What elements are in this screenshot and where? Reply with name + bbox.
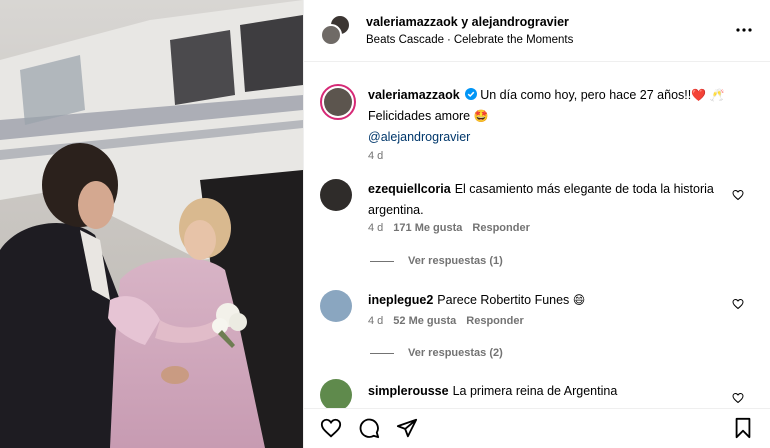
reply-button[interactable]: Responder — [472, 222, 529, 234]
comment-item: ineplegue2 Parece Robertito Funes 😄 4 d 52… — [320, 290, 760, 380]
view-replies-label: Ver respuestas (2) — [408, 347, 503, 359]
comment-time[interactable]: 4 d — [368, 222, 383, 234]
caption-username[interactable]: valeriamazzaok — [368, 88, 460, 102]
heart-icon — [320, 418, 342, 438]
comment-likes[interactable]: 52 Me gusta — [393, 315, 456, 327]
like-button[interactable] — [320, 417, 342, 439]
grin-emoji: 😄 — [572, 293, 586, 307]
post-header: valeriamazzaok y alejandrogravier Beats … — [304, 0, 770, 62]
comment-body: La primera reina de Argentina — [452, 384, 618, 398]
comment-body: Parece Robertito Funes — [437, 293, 570, 307]
comment-username[interactable]: ineplegue2 — [368, 293, 433, 307]
caption-time[interactable]: 4 d — [368, 150, 383, 162]
comment-meta: 4 d 52 Me gusta Responder — [368, 315, 534, 327]
more-options-button[interactable] — [735, 22, 753, 38]
view-replies-label: Ver respuestas (1) — [408, 255, 503, 267]
comments-list[interactable]: valeriamazzaok Un día como hoy, pero hac… — [304, 62, 770, 408]
toast-emoji: 🥂 — [709, 88, 725, 102]
view-replies-button[interactable]: Ver respuestas (1) — [370, 255, 503, 267]
caption-text: valeriamazzaok Un día como hoy, pero hac… — [368, 85, 728, 148]
comment-text: simplerousse La primera reina de Argentin… — [368, 381, 728, 402]
comment-item: simplerousse La primera reina de Argentin… — [320, 379, 760, 408]
caption-avatar[interactable] — [320, 84, 356, 120]
post-side-panel: valeriamazzaok y alejandrogravier Beats … — [303, 0, 770, 448]
verified-badge-icon — [465, 88, 478, 100]
caption-line-2: Felicidades amore — [368, 109, 471, 123]
mention-link[interactable]: @alejandrogravier — [368, 130, 470, 144]
heart-outline-icon — [732, 392, 744, 404]
comment-likes[interactable]: 171 Me gusta — [393, 222, 462, 234]
audio-info[interactable]: Beats Cascade · Celebrate the Moments — [366, 31, 573, 49]
avatar[interactable] — [320, 379, 352, 408]
comment-text: ezequiellcoria El casamiento más elegante… — [368, 179, 738, 221]
comment-like-button[interactable] — [732, 392, 744, 404]
author-username-link[interactable]: valeriamazzaok — [366, 15, 458, 29]
avatar — [320, 24, 342, 46]
more-horizontal-icon — [736, 28, 752, 32]
share-button[interactable] — [396, 417, 418, 439]
caption-line-1: Un día como hoy, pero hace 27 años!! — [480, 88, 692, 102]
comment-button[interactable] — [358, 417, 380, 439]
comment-text: ineplegue2 Parece Robertito Funes 😄 — [368, 290, 728, 311]
audio-artist[interactable]: Beats Cascade — [366, 34, 444, 46]
comment-username[interactable]: simplerousse — [368, 384, 449, 398]
audio-title[interactable]: Celebrate the Moments — [454, 34, 574, 46]
comment-item: ezequiellcoria El casamiento más elegante… — [320, 179, 760, 289]
save-button[interactable] — [732, 417, 754, 439]
collaborator-username-link[interactable]: alejandrogravier — [472, 15, 569, 29]
replies-divider-line — [370, 260, 394, 262]
avatar[interactable] — [320, 179, 352, 211]
wedding-photo-illustration — [0, 0, 303, 448]
replies-divider-line — [370, 352, 394, 354]
post-actions-bar — [304, 408, 770, 448]
collab-usernames: valeriamazzaok y alejandrogravier — [366, 13, 573, 31]
audio-separator: · — [447, 34, 451, 46]
bookmark-icon — [735, 417, 751, 439]
reply-button[interactable]: Responder — [466, 315, 523, 327]
post-photo[interactable] — [0, 0, 303, 448]
comment-time[interactable]: 4 d — [368, 315, 383, 327]
collab-avatars[interactable] — [320, 14, 353, 47]
comment-like-button[interactable] — [732, 298, 744, 310]
heart-outline-icon — [732, 189, 744, 201]
post-viewer: valeriamazzaok y alejandrogravier Beats … — [0, 0, 770, 448]
caption-meta: 4 d — [368, 150, 393, 162]
heart-emoji: ❤️ — [691, 88, 707, 102]
view-replies-button[interactable]: Ver respuestas (2) — [370, 347, 503, 359]
comment-like-button[interactable] — [732, 189, 744, 201]
header-text: valeriamazzaok y alejandrogravier Beats … — [366, 13, 573, 49]
send-icon — [396, 418, 418, 438]
comment-meta: 4 d 171 Me gusta Responder — [368, 222, 540, 234]
avatar[interactable] — [320, 290, 352, 322]
comment-icon — [359, 418, 380, 439]
star-struck-emoji: 🤩 — [473, 109, 489, 123]
heart-outline-icon — [732, 298, 744, 310]
collab-conjunction: y — [457, 15, 472, 29]
comment-username[interactable]: ezequiellcoria — [368, 182, 451, 196]
